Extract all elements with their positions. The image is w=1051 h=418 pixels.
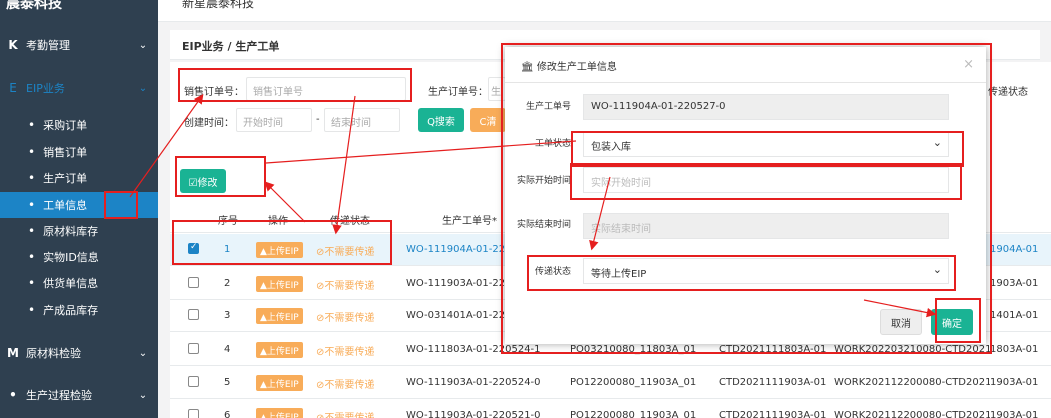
upload-eip-button[interactable]: ▲上传EIP xyxy=(256,308,303,324)
sidebar-section-label: EIP业务 xyxy=(26,82,65,95)
date-range-dash: - xyxy=(316,114,320,125)
row-tail-text: 1903A-01 xyxy=(990,278,1039,289)
bullet-icon: • xyxy=(28,250,36,264)
eip-icon: E xyxy=(9,81,17,95)
status-badge: ⊘不需要传递 xyxy=(316,380,375,391)
row-index: 3 xyxy=(224,310,231,321)
row-checkbox[interactable] xyxy=(188,343,199,354)
sidebar-item-label: 工单信息 xyxy=(43,199,88,212)
work-order-no: WO-111903A-01-22052 xyxy=(406,278,504,289)
sidebar-section-raw-inspection[interactable]: M 原材料检验 ⌄ xyxy=(0,333,158,373)
row-checkbox[interactable] xyxy=(188,376,199,387)
sidebar-section-eip[interactable]: E EIP业务 ⌄ xyxy=(0,68,158,108)
row-checkbox[interactable] xyxy=(188,277,199,288)
sidebar-item-label: 销售订单 xyxy=(43,146,88,159)
row-index: 6 xyxy=(224,410,231,418)
bullet-icon: • xyxy=(28,118,36,132)
upload-eip-button[interactable]: ▲上传EIP xyxy=(256,408,303,418)
chevron-down-icon: ⌄ xyxy=(138,39,148,51)
search-button[interactable]: Q搜索 xyxy=(418,108,464,132)
status-badge: ⊘不需要传递 xyxy=(316,409,374,418)
sidebar-item-label: 采购订单 xyxy=(43,119,88,132)
sidebar-item-physical-id[interactable]: • 实物ID信息 xyxy=(0,244,158,270)
row-checkbox[interactable] xyxy=(188,309,199,320)
bullet-icon: • xyxy=(28,276,36,290)
work-order-no: WO-111903A-01-220521-0 xyxy=(406,410,541,418)
chevron-down-icon: ⌄ xyxy=(138,389,148,401)
row-tail-text: 1401A-01 xyxy=(990,310,1039,321)
work-no: WORK202112200080-CTD2021 xyxy=(834,377,990,388)
row-index: 4 xyxy=(224,344,231,355)
po-no: PO12200080_11903A_01 xyxy=(570,377,697,388)
chevron-down-icon: ⌄ xyxy=(138,82,148,94)
sidebar-section-process-inspection[interactable]: • 生产过程检验 ⌄ xyxy=(0,375,158,415)
created-time-label: 创建时间： xyxy=(184,118,234,129)
annotation-box-actual-start xyxy=(570,163,962,200)
po-no: PO12200080_11903A_01 xyxy=(570,410,697,418)
annotation-box-selected-row xyxy=(172,220,392,265)
annotation-box-edit-button xyxy=(175,156,266,197)
sidebar-item-label: 供货单信息 xyxy=(43,277,99,290)
top-bar-text: 新星晨泰科技 xyxy=(182,0,255,10)
sidebar-section-label: 生产过程检验 xyxy=(26,389,92,402)
status-badge: ⊘不需要传递 xyxy=(316,347,375,358)
sidebar-item-label: 产成品库存 xyxy=(43,304,99,317)
breadcrumb: EIP业务 / 生产工单 xyxy=(182,40,280,53)
upload-eip-button[interactable]: ▲上传EIP xyxy=(256,276,303,292)
chevron-down-icon: ⌄ xyxy=(138,347,148,359)
sidebar-section-attendance[interactable]: K 考勤管理 ⌄ xyxy=(0,25,158,65)
table-row[interactable]: 6 ▲上传EIP ⊘不需要传递 WO-111903A-01-220521-0 P… xyxy=(170,400,1051,418)
bullet-icon: • xyxy=(28,303,36,317)
top-bar: 新星晨泰科技 xyxy=(158,0,1051,22)
raw-inspection-icon: M xyxy=(7,346,19,360)
brand-logo-text: 晨泰科技 xyxy=(6,0,62,12)
col-header-work-order-no[interactable]: 生产工单号* xyxy=(442,212,497,227)
attendance-icon: K xyxy=(8,38,18,52)
row-tail-text: 1903A-01 xyxy=(990,410,1039,418)
row-tail-text: 1904A-01 xyxy=(990,244,1039,255)
sidebar-item-label: 实物ID信息 xyxy=(43,251,99,264)
transfer-status-filter-label: 传递状态 xyxy=(988,87,1028,98)
status-badge: ⊘不需要传递 xyxy=(316,281,375,292)
annotation-box-wo-status xyxy=(571,131,964,167)
annotation-box-confirm xyxy=(935,298,981,343)
work-order-no: WO-031401A-01-22052 xyxy=(406,310,504,321)
end-time-input[interactable]: 结束时间 xyxy=(324,108,400,132)
sidebar-item-label: 原材料库存 xyxy=(43,225,99,238)
row-tail-text: 1903A-01 xyxy=(990,377,1039,388)
upload-eip-button[interactable]: ▲上传EIP xyxy=(256,342,303,358)
sidebar-item-purchase-order[interactable]: • 采购订单 xyxy=(0,112,158,138)
sidebar-item-production-order[interactable]: • 生产订单 xyxy=(0,165,158,191)
sidebar-section-label: 原材料检验 xyxy=(26,347,81,360)
sidebar-item-sales-order[interactable]: • 销售订单 xyxy=(0,139,158,165)
row-index: 2 xyxy=(224,278,231,289)
ctd-no: CTD2021111903A-01 xyxy=(719,410,827,418)
ctd-no: CTD2021111903A-01 xyxy=(719,377,827,388)
bullet-icon: • xyxy=(28,145,36,159)
process-inspection-icon: • xyxy=(9,388,17,402)
work-order-no[interactable]: WO-111904A-01-22052 xyxy=(406,244,504,255)
bullet-icon: • xyxy=(28,198,36,212)
row-checkbox[interactable] xyxy=(188,409,199,418)
bullet-icon: • xyxy=(28,171,36,185)
annotation-box-sidebar-item xyxy=(104,191,138,219)
sidebar-item-raw-material-stock[interactable]: • 原材料库存 xyxy=(0,218,158,244)
production-order-label: 生产订单号： xyxy=(428,87,488,98)
work-order-no: WO-111903A-01-220524-0 xyxy=(406,377,541,388)
table-row[interactable]: 5 ▲上传EIP ⊘不需要传递 WO-111903A-01-220524-0 P… xyxy=(170,367,1051,399)
start-time-input[interactable]: 开始时间 xyxy=(236,108,312,132)
sidebar-item-finished-stock[interactable]: • 产成品库存 xyxy=(0,297,158,323)
annotation-box-transfer-status xyxy=(527,255,956,291)
sidebar-item-supply-info[interactable]: • 供货单信息 xyxy=(0,270,158,296)
annotation-box-sales-order xyxy=(178,68,412,102)
work-no: WORK202112200080-CTD2021 xyxy=(834,410,990,418)
sidebar-section-label: 考勤管理 xyxy=(26,39,70,52)
sidebar-item-label: 生产订单 xyxy=(43,172,88,185)
row-index: 5 xyxy=(224,377,231,388)
row-tail-text: 1803A-01 xyxy=(990,344,1039,355)
status-badge: ⊘不需要传递 xyxy=(316,313,375,324)
bullet-icon: • xyxy=(28,224,36,238)
upload-eip-button[interactable]: ▲上传EIP xyxy=(256,375,303,391)
